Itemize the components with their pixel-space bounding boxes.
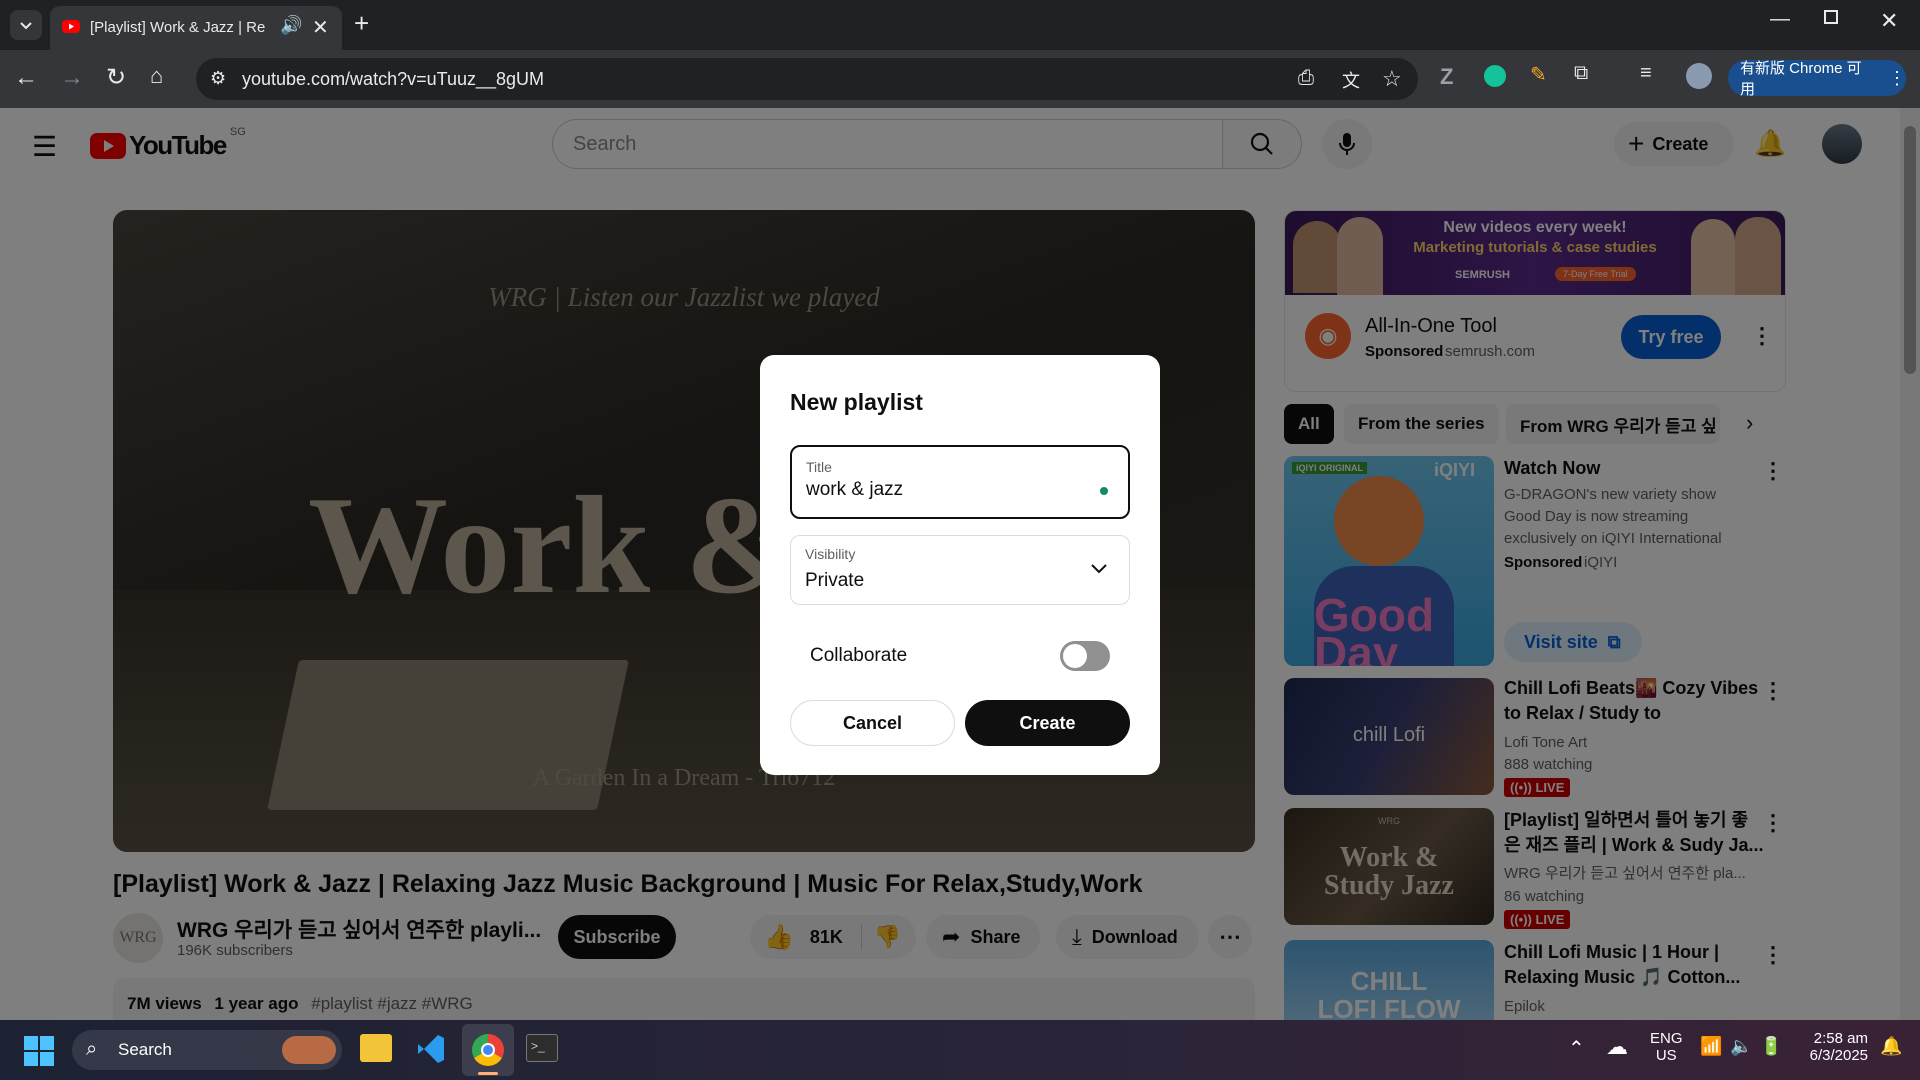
browser-tab-strip: [Playlist] Work & Jazz | Relaxing 🔊 ✕ + … xyxy=(0,0,1920,50)
clock-date: 6/3/2025 xyxy=(1809,1047,1868,1064)
chevron-down-icon xyxy=(1091,564,1107,574)
field-status-dot-icon xyxy=(1100,487,1108,495)
taskbar-search[interactable]: ⌕ Search xyxy=(72,1030,342,1070)
visibility-value: Private xyxy=(805,570,865,591)
extension-z-icon[interactable]: Z xyxy=(1440,64,1453,90)
minimize-icon[interactable]: — xyxy=(1770,8,1790,31)
collaborate-label: Collaborate xyxy=(810,645,908,666)
restore-icon[interactable] xyxy=(1824,10,1838,24)
terminal-icon[interactable]: >_ xyxy=(526,1034,558,1062)
toggle-knob xyxy=(1063,644,1087,668)
dialog-heading: New playlist xyxy=(790,389,923,415)
volume-icon[interactable]: 🔈 xyxy=(1730,1036,1752,1057)
chrome-icon xyxy=(472,1034,504,1066)
new-playlist-dialog: New playlist Title work & jazz Visibilit… xyxy=(760,355,1160,775)
update-label: 有新版 Chrome 可用 xyxy=(1740,60,1862,98)
chrome-taskbar-button[interactable] xyxy=(462,1024,514,1076)
browser-tab[interactable]: [Playlist] Work & Jazz | Relaxing 🔊 ✕ xyxy=(50,6,342,50)
tray-chevron-up-icon[interactable]: ⌃ xyxy=(1568,1036,1585,1061)
profile-avatar[interactable] xyxy=(1686,63,1712,89)
tab-title: [Playlist] Work & Jazz | Relaxing xyxy=(90,19,265,36)
grammarly-icon[interactable] xyxy=(1484,65,1506,87)
translate-icon[interactable]: 文 xyxy=(1342,67,1360,93)
cancel-button[interactable]: Cancel xyxy=(790,700,955,746)
create-playlist-button[interactable]: Create xyxy=(965,700,1130,746)
collaborate-toggle[interactable] xyxy=(1060,641,1110,671)
site-settings-icon[interactable]: ⚙ xyxy=(210,68,226,89)
title-field-value[interactable]: work & jazz xyxy=(806,479,903,501)
file-explorer-icon[interactable] xyxy=(360,1034,392,1062)
wifi-icon[interactable]: 📶 xyxy=(1700,1036,1722,1057)
install-app-icon[interactable]: ⎙ xyxy=(1298,67,1314,90)
new-tab-icon[interactable]: + xyxy=(354,8,369,39)
search-icon: ⌕ xyxy=(86,1038,98,1060)
language-code: ENG xyxy=(1650,1030,1683,1047)
reload-icon[interactable]: ↻ xyxy=(106,63,126,92)
youtube-page: ☰ YouTube SG Search + Create 🔔 WRG | Lis… xyxy=(0,108,1920,1020)
vscode-icon[interactable] xyxy=(414,1032,448,1066)
tab-search-chevron-icon[interactable] xyxy=(10,10,42,40)
chrome-update-button[interactable]: 有新版 Chrome 可用 ⋮ xyxy=(1728,60,1906,98)
taskbar-search-label: Search xyxy=(118,1040,172,1059)
window-close-icon[interactable]: ✕ xyxy=(1880,8,1898,34)
playlist-title-field[interactable]: Title work & jazz xyxy=(790,445,1130,519)
visibility-select[interactable]: Visibility Private xyxy=(790,535,1130,605)
search-highlight-image xyxy=(282,1036,336,1064)
address-bar[interactable]: ⚙ youtube.com/watch?v=uTuuz__8gUM ⎙ 文 ☆ xyxy=(196,58,1418,100)
clock-time: 2:58 am xyxy=(1813,1030,1868,1047)
pen-extension-icon[interactable]: ✎ xyxy=(1530,62,1547,87)
url-text[interactable]: youtube.com/watch?v=uTuuz__8gUM xyxy=(242,69,544,90)
forward-icon[interactable]: → xyxy=(60,64,84,92)
chrome-menu-icon: ⋮ xyxy=(1888,67,1906,88)
back-icon[interactable]: ← xyxy=(14,64,38,92)
audio-playing-icon[interactable]: 🔊 xyxy=(280,15,302,36)
notifications-icon[interactable]: 🔔 xyxy=(1880,1036,1902,1057)
language-indicator[interactable]: ENG US xyxy=(1650,1030,1683,1064)
onedrive-cloud-icon[interactable]: ☁ xyxy=(1606,1034,1628,1060)
clock[interactable]: 2:58 am 6/3/2025 xyxy=(1800,1030,1868,1064)
extensions-icon[interactable]: ⧉ xyxy=(1574,62,1588,85)
youtube-favicon-icon xyxy=(62,20,80,33)
visibility-label: Visibility xyxy=(805,546,856,562)
bookmark-star-icon[interactable]: ☆ xyxy=(1382,66,1402,92)
tab-close-icon[interactable]: ✕ xyxy=(312,15,329,40)
media-control-icon[interactable]: ≡ xyxy=(1640,62,1652,85)
home-icon[interactable]: ⌂ xyxy=(150,63,163,89)
region-code: US xyxy=(1655,1047,1677,1064)
windows-taskbar: ⌕ Search >_ ⌃ ☁ ENG US 📶 🔈 🔋 2:58 am 6/3… xyxy=(0,1020,1920,1080)
title-field-label: Title xyxy=(806,459,832,475)
browser-toolbar: ← → ↻ ⌂ ⚙ youtube.com/watch?v=uTuuz__8gU… xyxy=(0,50,1920,108)
windows-start-icon[interactable] xyxy=(24,1036,54,1066)
battery-icon[interactable]: 🔋 xyxy=(1760,1036,1782,1057)
